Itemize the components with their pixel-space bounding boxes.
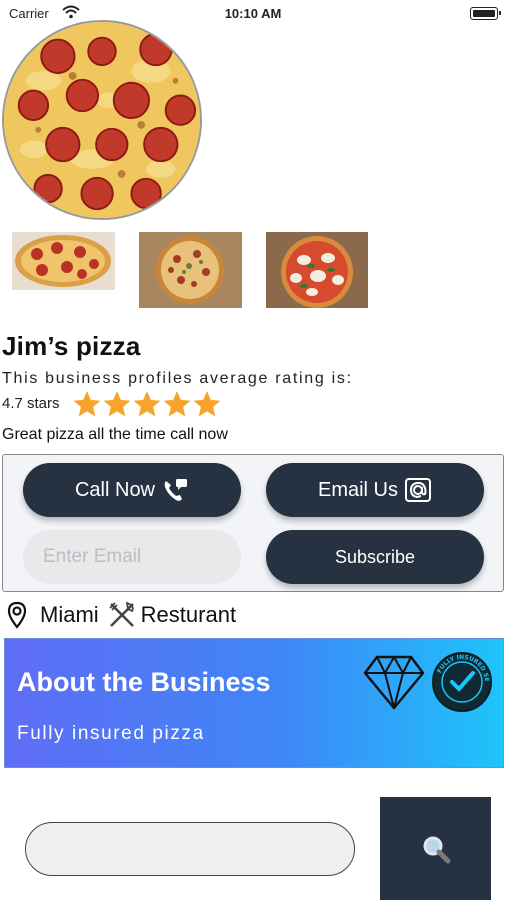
star-rating <box>72 389 222 419</box>
pizza-thumbnail-image <box>139 232 242 308</box>
star-icon <box>133 391 161 417</box>
photo-thumbnail-2[interactable] <box>139 232 242 308</box>
subscribe-button[interactable]: Subscribe <box>266 530 484 584</box>
photo-thumbnail-3[interactable] <box>266 232 368 308</box>
rating-caption: This business profiles average rating is… <box>2 370 353 387</box>
location-row: Miami Resturant <box>6 600 236 630</box>
phone-icon <box>164 479 188 501</box>
call-now-label: Call Now <box>74 478 156 501</box>
about-title: About the Business <box>17 667 271 697</box>
status-time: 10:10 AM <box>224 6 282 21</box>
email-us-label: Email Us <box>317 478 398 501</box>
pizza-image <box>4 22 200 218</box>
pizza-thumbnail-image <box>12 232 115 290</box>
email-us-button[interactable]: Email Us <box>266 463 484 517</box>
search-button[interactable] <box>380 797 491 900</box>
about-subtitle: Fully insured pizza <box>17 723 205 744</box>
star-icon <box>73 391 101 417</box>
star-icon <box>103 391 131 417</box>
business-hero-photo[interactable] <box>2 20 202 220</box>
location-city: Miami <box>40 602 99 627</box>
photo-thumbnail-1[interactable] <box>12 232 115 290</box>
email-field[interactable] <box>23 530 241 584</box>
pizza-thumbnail-image <box>266 232 368 308</box>
contact-actions-panel: Call Now Email Us Subscribe <box>2 454 504 592</box>
search-input[interactable] <box>25 822 355 876</box>
business-name: Jim’s pizza <box>2 331 141 361</box>
star-icon <box>163 391 191 417</box>
search-icon <box>423 836 450 863</box>
about-business-card: About the Business Fully insured pizza F… <box>4 638 504 768</box>
business-tagline: Great pizza all the time call now <box>2 426 228 443</box>
diamond-icon <box>363 655 425 710</box>
call-now-button[interactable]: Call Now <box>23 463 241 517</box>
at-sign-icon <box>405 478 431 502</box>
rating-value: 4.7 stars <box>2 395 60 412</box>
utensils-icon <box>109 601 134 627</box>
map-pin-icon <box>7 601 27 629</box>
star-icon <box>193 391 221 417</box>
location-category: Resturant <box>140 602 237 627</box>
insured-badge-icon: FULLY INSURED SERVICE <box>431 651 492 712</box>
battery-icon <box>470 7 501 20</box>
